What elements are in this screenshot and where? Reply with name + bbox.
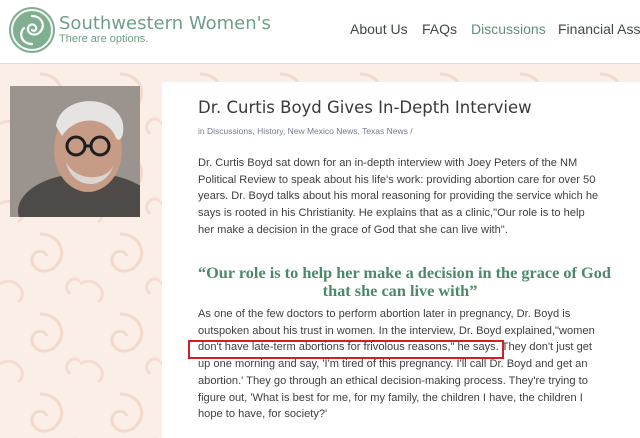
article-card: Dr. Curtis Boyd Gives In-Depth Interview…	[162, 82, 640, 438]
brand-title[interactable]: Southwestern Women's	[59, 13, 271, 34]
nav-faqs[interactable]: FAQs	[422, 21, 457, 37]
paragraph-line: Dr. Curtis Boyd sat down for an in-depth…	[198, 157, 578, 169]
pull-quote: “Our role is to help her make a decision…	[198, 263, 611, 300]
paragraph-line: Political Review to speak about his life…	[198, 173, 596, 186]
article-meta: in Discussions, History, New Mexico News…	[198, 126, 413, 136]
doctor-portrait-photo	[10, 86, 140, 217]
site-header: Southwestern Women's There are options. …	[0, 0, 640, 64]
paragraph-line: abortion.' They go through an ethical de…	[198, 374, 588, 387]
meta-separator: /	[410, 126, 413, 136]
article-paragraph-2: As one of the few doctors to perform abo…	[198, 306, 626, 423]
pull-quote-line: “Our role is to help her make a decision…	[198, 263, 611, 282]
nav-about-us[interactable]: About Us	[350, 21, 408, 37]
article-title[interactable]: Dr. Curtis Boyd Gives In-Depth Interview	[198, 98, 532, 117]
nav-discussions[interactable]: Discussions	[471, 21, 546, 37]
brand-tagline: There are options.	[59, 33, 149, 45]
pull-quote-line: that she can live with”	[322, 281, 478, 300]
paragraph-line: years. Dr. Boyd talks about his moral re…	[198, 190, 599, 203]
nav-financial-assistance[interactable]: Financial Assis	[558, 21, 640, 37]
meta-categories[interactable]: Discussions, History, New Mexico News, T…	[207, 126, 408, 136]
paragraph-line: As one of the few doctors to perform abo…	[198, 308, 571, 320]
paragraph-line: figure out, 'What is best for me, for my…	[198, 391, 583, 404]
paragraph-line: her make a decision in the grace of God …	[198, 223, 508, 236]
paragraph-line: says is rooted in his Christianity. He e…	[198, 207, 585, 220]
article-paragraph-1: Dr. Curtis Boyd sat down for an in-depth…	[198, 155, 626, 239]
paragraph-line: hope to have, for society?'	[198, 408, 328, 421]
paragraph-line: outspoken about his trust in women. In t…	[198, 324, 595, 337]
meta-prefix: in	[198, 126, 205, 136]
quote-highlight-box	[188, 340, 504, 359]
logo-swirl-icon[interactable]	[9, 7, 55, 53]
